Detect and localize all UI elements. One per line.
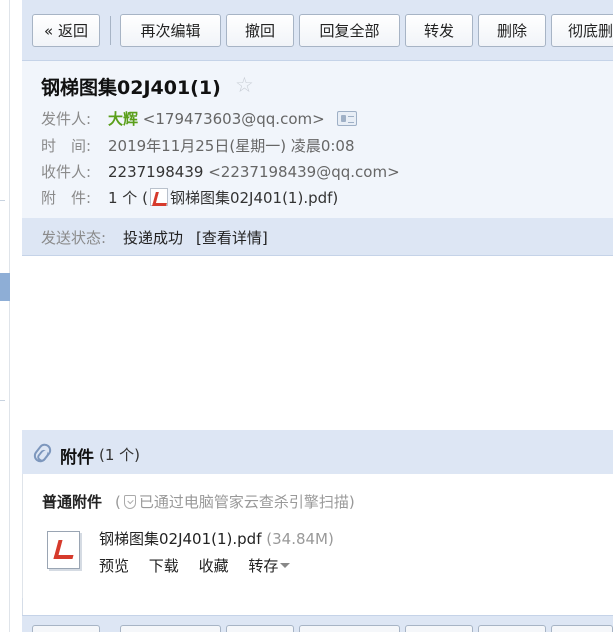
mail-toolbar: « 返回 再次编辑 撤回 回复全部 转发 删除 彻底删除 [22,0,613,61]
bottom-recall-button[interactable] [226,625,294,632]
attachment-file-size: (34.84M) [266,530,334,548]
attachment-actions: 预览 下载 收藏 转存 [99,555,291,576]
attach-count: 1 个 ( [108,189,148,207]
recipient-name[interactable]: 2237198439 [108,163,203,181]
attachments-header: 附件 (1 个) [22,430,613,474]
bottom-delete-button[interactable] [478,625,546,632]
sender-email[interactable]: <179473603@qq.com> [143,110,325,128]
reply-all-button[interactable]: 回复全部 [299,14,400,47]
collect-link[interactable]: 收藏 [199,557,229,575]
save-to-label[interactable]: 转存 [248,557,278,575]
to-label: 收件人: [41,163,92,181]
contact-card-icon[interactable] [337,111,358,126]
recall-button[interactable]: 撤回 [226,14,294,47]
normal-attachments-label: 普通附件 [42,493,103,511]
from-row: 发件人: 大辉 <179473603@qq.com> [41,108,358,129]
attach-file-link[interactable]: 钢梯图集02J401(1).pdf [170,189,332,207]
to-row: 收件人: 2237198439 <2237198439@qq.com> [41,161,400,182]
attachments-body: 普通附件 ( 已通过电脑管家云查杀引擎扫描) 钢梯图集02J401(1).pdf … [22,474,613,598]
scan-text: 已通过电脑管家云查杀引擎扫描) [138,493,355,511]
delivery-status-bar: 发送状态: 投递成功 [查看详情] [22,218,613,256]
time-row: 时 间: 2019年11月25日(星期一) 凌晨0:08 [41,135,355,156]
mail-body [22,256,613,430]
left-sidebar-strip [0,0,10,632]
save-to-link[interactable]: 转存 [248,557,291,575]
bottom-delete-permanent-button[interactable] [551,625,613,632]
attachment-file[interactable]: 钢梯图集02J401(1).pdf (34.84M) [99,528,334,549]
attach-close: ) [332,189,339,207]
time-label: 时 间: [41,137,92,155]
star-icon[interactable]: ☆ [235,73,254,97]
scan-notice: ( 已通过电脑管家云查杀引擎扫描) [115,491,355,512]
pdf-file-icon [149,188,168,206]
attachment-file-name[interactable]: 钢梯图集02J401(1).pdf [99,530,261,548]
delete-button[interactable]: 删除 [478,14,546,47]
pdf-attachment-icon[interactable] [45,529,85,573]
sender-name[interactable]: 大辉 [108,110,138,128]
bottom-toolbar [22,615,613,632]
scan-prefix: ( [115,493,121,511]
shield-icon [123,495,136,509]
bottom-edit-again-button[interactable] [120,625,221,632]
from-label: 发件人: [41,110,92,128]
toolbar-separator [110,16,111,45]
paperclip-icon [31,441,54,465]
chevron-down-icon[interactable] [280,563,291,568]
back-button[interactable]: « 返回 [32,14,100,47]
recipient-email[interactable]: <2237198439@qq.com> [208,163,399,181]
sidebar-active-marker[interactable] [0,273,10,301]
attach-label: 附 件: [41,189,92,207]
bottom-forward-button[interactable] [405,625,473,632]
attachments-title: 附件 [60,448,94,468]
status-value: 投递成功 [123,229,184,247]
preview-link[interactable]: 预览 [99,557,129,575]
bottom-back-button[interactable] [32,625,100,632]
attachments-count: (1 个) [99,446,141,464]
sidebar-tick [0,400,5,401]
delete-permanent-button[interactable]: 彻底删除 [551,14,613,47]
time-value: 2019年11月25日(星期一) 凌晨0:08 [108,137,355,155]
edit-again-button[interactable]: 再次编辑 [120,14,221,47]
mail-header: 钢梯图集02J401(1) ☆ 发件人: 大辉 <179473603@qq.com… [22,61,613,218]
bottom-reply-all-button[interactable] [299,625,400,632]
mail-subject: 钢梯图集02J401(1) [41,77,221,99]
forward-button[interactable]: 转发 [405,14,473,47]
status-label: 发送状态: [41,229,107,247]
download-link[interactable]: 下载 [149,557,179,575]
status-detail-link[interactable]: [查看详情] [196,227,268,248]
attach-row: 附 件: 1 个 ( 钢梯图集02J401(1).pdf) [41,187,338,208]
sidebar-tick [0,200,5,201]
